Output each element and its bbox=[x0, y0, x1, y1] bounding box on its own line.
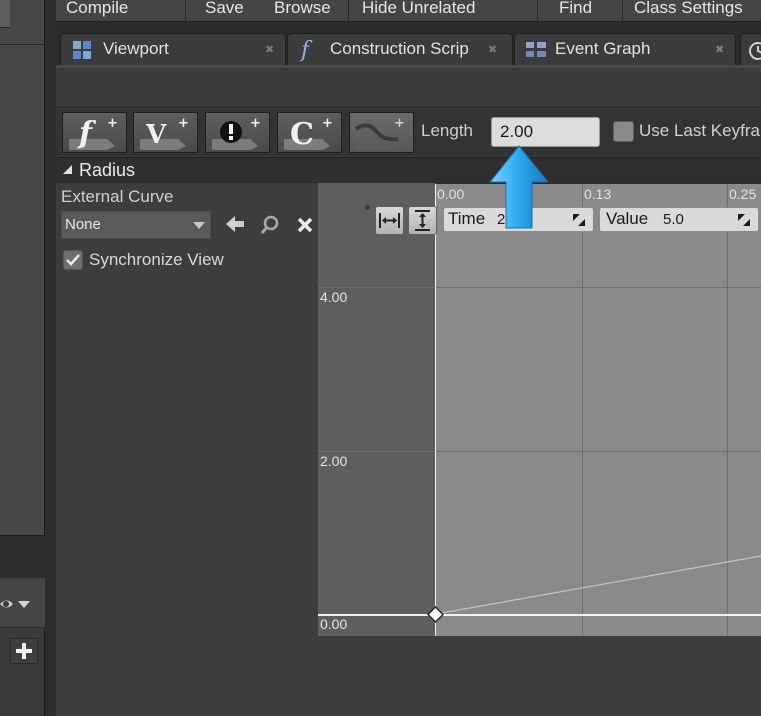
plus-icon bbox=[16, 643, 32, 659]
svg-text:f: f bbox=[299, 38, 313, 62]
checkmark-icon bbox=[66, 254, 80, 266]
svg-text:+: + bbox=[178, 116, 189, 131]
class-settings-button[interactable]: Class Settings bbox=[634, 0, 743, 20]
close-icon[interactable]: ✖ bbox=[715, 43, 724, 56]
graph-icon bbox=[526, 42, 546, 57]
add-curve-asset-icon: + bbox=[354, 116, 405, 150]
tab-label: Event Graph bbox=[555, 39, 651, 58]
function-icon: f bbox=[299, 38, 313, 62]
svg-text:+: + bbox=[250, 116, 261, 131]
fit-vertical-button[interactable] bbox=[408, 206, 437, 235]
browse-button[interactable]: Browse bbox=[274, 0, 331, 20]
browse-magnifier-icon[interactable] bbox=[259, 214, 281, 236]
add-vector-track-icon: V + bbox=[140, 116, 189, 150]
keyframe-diamond[interactable] bbox=[427, 606, 444, 623]
curve-line bbox=[435, 555, 761, 615]
tab-label: Viewport bbox=[103, 39, 169, 58]
tab-bar: Viewport ✖ f Construction Scrip ✖ Event … bbox=[56, 22, 761, 66]
time-label: Time bbox=[448, 209, 486, 228]
panel-scrollbar[interactable] bbox=[0, 0, 10, 28]
value-label: Value bbox=[606, 209, 649, 228]
use-last-keyframe-label: Use Last Keyfra bbox=[639, 121, 760, 140]
panel-divider bbox=[0, 44, 45, 45]
compile-button[interactable]: Compile bbox=[66, 0, 128, 20]
tab-timeline[interactable] bbox=[740, 33, 761, 66]
resize-handle-icon[interactable] bbox=[572, 213, 586, 227]
add-event-track-icon: + bbox=[212, 116, 261, 150]
graph-marker-dot bbox=[365, 205, 370, 210]
blueprint-toolbar: Compile Save Browse Hide Unrelated Find … bbox=[56, 0, 761, 22]
annotation-arrow-icon bbox=[488, 145, 550, 229]
fit-vertical-icon bbox=[415, 210, 430, 231]
svg-text:V: V bbox=[145, 120, 167, 150]
value-value[interactable]: 5.0 bbox=[663, 211, 684, 228]
find-button[interactable]: Find bbox=[559, 0, 592, 20]
svg-text:C: C bbox=[290, 117, 314, 152]
svg-text:+: + bbox=[322, 116, 333, 131]
track-name: Radius bbox=[79, 160, 136, 180]
add-curve-asset-button[interactable]: + bbox=[349, 112, 414, 153]
components-panel bbox=[0, 0, 45, 536]
chevron-down-icon bbox=[193, 222, 205, 229]
use-last-keyframe-checkbox[interactable] bbox=[613, 121, 634, 142]
add-button[interactable] bbox=[10, 638, 38, 664]
synchronize-view-checkbox[interactable] bbox=[63, 250, 83, 270]
resize-handle-icon[interactable] bbox=[737, 213, 751, 227]
tab-viewport[interactable]: Viewport ✖ bbox=[60, 33, 286, 66]
length-input[interactable] bbox=[491, 117, 600, 147]
tab-construction-script[interactable]: f Construction Scrip ✖ bbox=[287, 33, 513, 66]
collapse-arrow-icon[interactable] bbox=[62, 164, 74, 176]
tab-event-graph[interactable]: Event Graph ✖ bbox=[514, 33, 736, 66]
track-header[interactable] bbox=[56, 157, 761, 183]
close-icon[interactable]: ✖ bbox=[265, 43, 274, 56]
synchronize-view-label: Synchronize View bbox=[89, 250, 224, 269]
external-curve-label: External Curve bbox=[61, 187, 174, 206]
external-curve-value: None bbox=[65, 216, 101, 233]
use-selected-arrow-icon[interactable] bbox=[225, 215, 245, 233]
timeline-header bbox=[56, 68, 761, 108]
add-vector-track-button[interactable]: V + bbox=[133, 112, 198, 153]
add-color-track-button[interactable]: C + bbox=[277, 112, 342, 153]
clear-x-icon[interactable] bbox=[296, 216, 314, 234]
close-icon[interactable]: ✖ bbox=[488, 43, 497, 56]
length-label: Length bbox=[421, 121, 473, 140]
visibility-eye-icon[interactable] bbox=[0, 594, 34, 614]
add-float-track-button[interactable]: f + bbox=[62, 112, 127, 153]
graph-footer bbox=[318, 636, 761, 716]
fit-horizontal-icon bbox=[379, 213, 400, 228]
add-color-track-icon: C + bbox=[284, 116, 333, 152]
hide-unrelated-button[interactable]: Hide Unrelated bbox=[362, 0, 475, 20]
svg-text:+: + bbox=[107, 116, 118, 131]
add-event-track-button[interactable]: + bbox=[205, 112, 270, 153]
tab-label: Construction Scrip bbox=[330, 39, 469, 58]
save-button[interactable]: Save bbox=[205, 0, 244, 20]
svg-text:+: + bbox=[394, 116, 405, 131]
clock-icon bbox=[749, 42, 761, 60]
fit-horizontal-button[interactable] bbox=[375, 206, 404, 235]
viewport-icon bbox=[73, 41, 91, 59]
add-float-track-icon: f + bbox=[69, 116, 118, 151]
